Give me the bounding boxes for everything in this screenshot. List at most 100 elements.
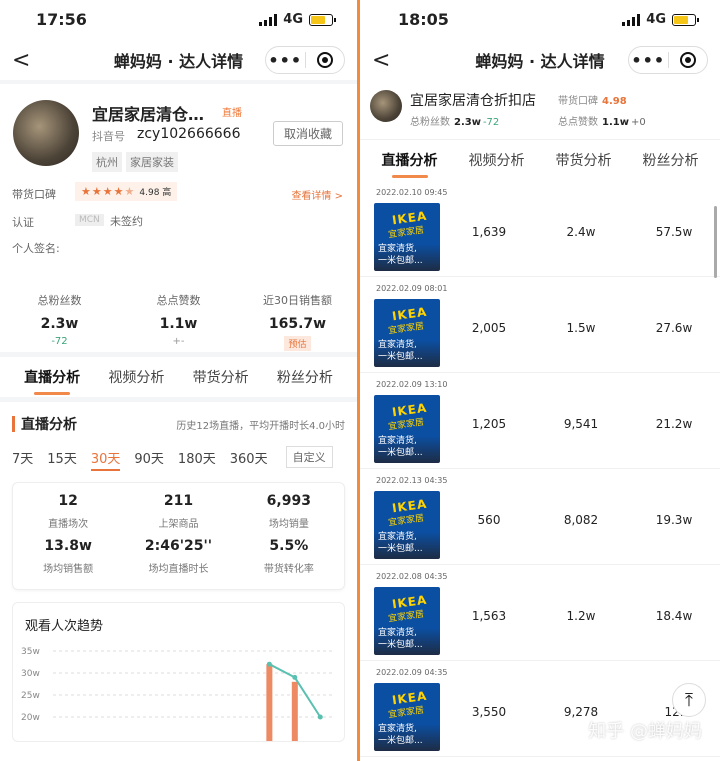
unfavorite-button[interactable]: 取消收藏 <box>272 121 343 146</box>
session-thumbnail[interactable]: IKEA 宜家家居 宜家清货, 一米包邮... <box>374 395 440 463</box>
mcn-badge: MCN <box>75 214 104 226</box>
scrollbar[interactable] <box>714 206 717 278</box>
session-sales: 2.4w <box>566 225 596 239</box>
session-viewers: 1,205 <box>471 417 507 431</box>
tab-live[interactable]: 直播分析 <box>366 150 453 178</box>
metric: 211 上架商品 <box>158 493 199 530</box>
thumb-caption: 宜家清货, 一米包邮... <box>378 628 423 650</box>
status-bar: 18:05 4G <box>360 0 720 40</box>
battery-icon <box>672 13 699 26</box>
period-360d[interactable]: 360天 <box>230 448 268 467</box>
close-miniapp-icon[interactable] <box>669 52 708 68</box>
douyin-id: zcy102666666 <box>137 126 241 142</box>
live-metrics: 12 直播场次 211 上架商品 6,993 场均销量 13.8w 场均销售额 2:46… <box>12 482 345 590</box>
tab-video[interactable]: 视频分析 <box>453 150 540 170</box>
tag-category: 家居家装 <box>126 152 178 172</box>
profile-name: 宜居家居清仓… <box>92 105 205 124</box>
cert-value: 未签约 <box>110 215 143 228</box>
more-icon[interactable]: ••• <box>266 51 305 70</box>
watermark: 知乎 @蝉妈妈 <box>588 721 702 742</box>
session-thumbnail[interactable]: IKEA 宜家家居 宜家清货, 一米包邮... <box>374 683 440 751</box>
session-sales: 8,082 <box>563 513 599 527</box>
session-thumbnail[interactable]: IKEA 宜家家居 宜家清货, 一米包邮... <box>374 491 440 559</box>
star-icon: ★ <box>91 185 102 198</box>
list-item[interactable]: 2022.02.08 04:35 IKEA 宜家家居 宜家清货, 一米包邮... 1,56… <box>360 565 720 661</box>
reputation-stars: ★ ★ ★ ★ ★ 4.98 高 <box>75 182 178 201</box>
list-item[interactable]: 2022.02.13 04:35 IKEA 宜家家居 宜家清货, 一米包邮... 560 8… <box>360 469 720 565</box>
session-amount: 21.2w <box>655 417 693 431</box>
nav-bar: < 蝉妈妈 · 达人详情 ••• <box>360 40 720 80</box>
session-sales: 1.2w <box>566 609 596 623</box>
live-analysis-section: 直播分析 历史12场直播，平均开播时长4.0小时 7天 15天 30天 90天 … <box>0 402 357 761</box>
list-item[interactable]: 2022.02.09 08:01 IKEA 宜家家居 宜家清货, 一米包邮... 2,00… <box>360 277 720 373</box>
custom-period-button[interactable]: 自定义 <box>285 446 333 468</box>
period-7d[interactable]: 7天 <box>12 448 33 467</box>
session-viewers: 560 <box>477 513 501 527</box>
fans-summary: 总粉丝数 2.3w -72 <box>410 117 500 128</box>
session-viewers: 1,563 <box>471 609 507 623</box>
list-item[interactable]: 2022.02.09 13:10 IKEA 宜家家居 宜家清货, 一米包邮... 1,20… <box>360 373 720 469</box>
star-icon: ★ <box>113 185 124 198</box>
tab-goods[interactable]: 带货分析 <box>179 367 263 387</box>
session-thumbnail[interactable]: IKEA 宜家家居 宜家清货, 一米包邮... <box>374 587 440 655</box>
thumb-caption: 宜家清货, 一米包邮... <box>378 340 423 362</box>
session-amount: 57.5w <box>655 225 693 239</box>
live-summary: 历史12场直播，平均开播时长4.0小时 <box>176 420 345 432</box>
avatar[interactable] <box>13 100 79 166</box>
metric: 13.8w 场均销售额 <box>43 538 94 575</box>
period-180d[interactable]: 180天 <box>178 448 216 467</box>
signal-icon <box>622 13 641 26</box>
tab-fans[interactable]: 粉丝分析 <box>263 367 347 387</box>
status-bar: 17:56 4G <box>0 0 357 40</box>
network-label: 4G <box>646 12 666 27</box>
more-icon[interactable]: ••• <box>629 51 668 70</box>
nav-bar: < 蝉妈妈 · 达人详情 ••• <box>0 40 357 80</box>
stat-fans: 总粉丝数 2.3w -72 <box>37 294 82 347</box>
status-time: 17:56 <box>36 10 87 29</box>
close-miniapp-icon[interactable] <box>306 52 345 68</box>
session-amount: 19.3w <box>655 513 693 527</box>
tag-city: 杭州 <box>92 152 122 172</box>
y-tick-label: 20w <box>21 713 40 723</box>
back-icon[interactable]: < <box>372 48 390 73</box>
reputation-score: 4.98 高 <box>139 188 172 198</box>
view-details-link[interactable]: 查看详情 > <box>291 187 343 202</box>
page-title: 蝉妈妈 · 达人详情 <box>113 52 244 71</box>
metric: 12 直播场次 <box>48 493 89 530</box>
compact-profile: 宜居家居清仓折扣店 总粉丝数 2.3w -72 带货口碑 4.98 总点赞数 1.1w +… <box>360 80 720 140</box>
signal-icon <box>259 13 278 26</box>
y-tick-label: 25w <box>21 691 40 701</box>
analysis-tabs: 直播分析 视频分析 带货分析 粉丝分析 <box>0 357 357 397</box>
session-date: 2022.02.09 13:10 <box>376 380 448 389</box>
live-session-list: 2022.02.10 09:45 IKEA 宜家家居 宜家清货, 一米包邮... 1,63… <box>360 181 720 757</box>
session-date: 2022.02.10 09:45 <box>376 188 448 197</box>
session-thumbnail[interactable]: IKEA 宜家家居 宜家清货, 一米包邮... <box>374 203 440 271</box>
trend-point <box>317 714 323 720</box>
tab-live[interactable]: 直播分析 <box>10 367 94 395</box>
y-tick-label: 35w <box>21 647 40 657</box>
tab-fans[interactable]: 粉丝分析 <box>627 150 714 170</box>
thumb-caption: 宜家清货, 一米包邮... <box>378 532 423 554</box>
reputation-label: 带货口碑 <box>12 188 56 201</box>
tab-video[interactable]: 视频分析 <box>94 367 178 387</box>
viewer-trend-chart: 观看人次趋势 35w 30w 25w 20w <box>12 602 345 742</box>
avatar[interactable] <box>370 90 402 122</box>
period-15d[interactable]: 15天 <box>47 448 77 467</box>
session-amount: 18.4w <box>655 609 693 623</box>
session-viewers: 2,005 <box>471 321 507 335</box>
period-30d[interactable]: 30天 <box>90 448 120 471</box>
session-date: 2022.02.13 04:35 <box>376 476 448 485</box>
trend-point <box>266 661 272 667</box>
analysis-tabs: 直播分析 视频分析 带货分析 粉丝分析 <box>360 140 720 180</box>
stat-sales-30d: 近30日销售额 165.7w 预估 <box>263 294 332 351</box>
back-icon[interactable]: < <box>12 48 30 73</box>
session-date: 2022.02.09 04:35 <box>376 668 448 677</box>
status-time: 18:05 <box>398 10 449 29</box>
session-thumbnail[interactable]: IKEA 宜家家居 宜家清货, 一米包邮... <box>374 299 440 367</box>
scroll-top-button[interactable]: ⤒ <box>672 683 706 717</box>
session-sales: 9,541 <box>563 417 599 431</box>
list-item[interactable]: 2022.02.10 09:45 IKEA 宜家家居 宜家清货, 一米包邮... 1,63… <box>360 181 720 277</box>
tab-goods[interactable]: 带货分析 <box>540 150 627 170</box>
period-90d[interactable]: 90天 <box>134 448 164 467</box>
metric: 6,993 场均销量 <box>266 493 311 530</box>
